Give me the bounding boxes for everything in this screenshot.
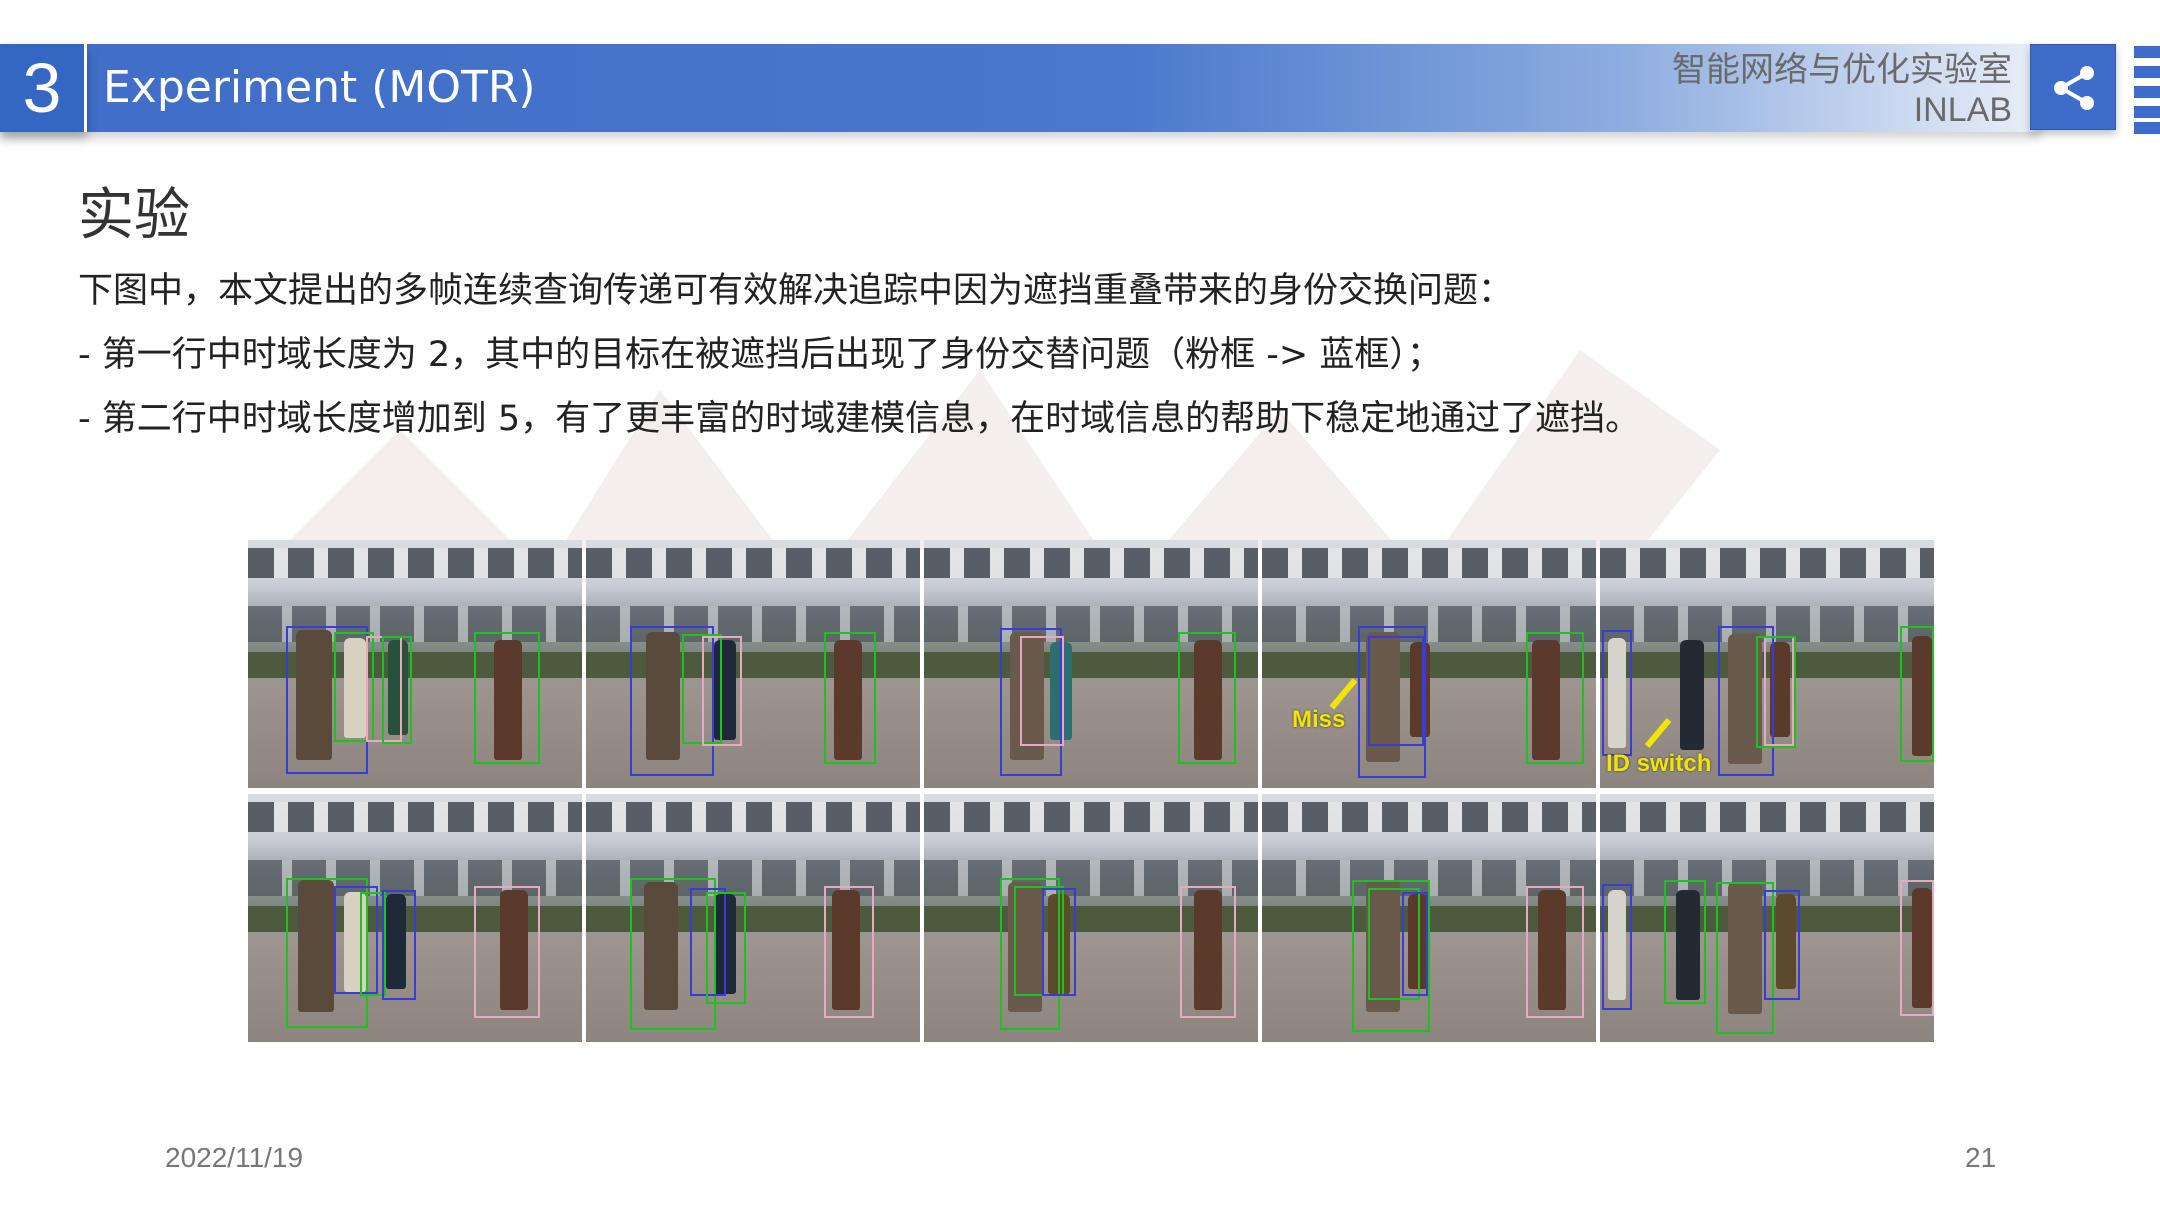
paragraph-intro: 下图中，本文提出的多帧连续查询传递可有效解决追踪中因为遮挡重叠带来的身份交换问题… [78,271,1514,311]
frame-row1-col4: Miss [1262,540,1596,788]
share-button[interactable] [2030,44,2116,130]
paragraph-row1: - 第一行中时域长度为 2，其中的目标在被遮挡后出现了身份交替问题（粉框 -> … [78,335,1442,375]
page-number: 21 [1965,1142,1997,1173]
slide-title: Experiment (MOTR) [103,62,536,113]
frame-row2-col2 [586,794,920,1042]
tracking-figure: Miss ID switch [248,540,1934,1044]
frame-row2-col3 [924,794,1258,1042]
frame-row2-col5 [1600,794,1934,1042]
lab-name-cn: 智能网络与优化实验室 [1672,50,2012,90]
lab-name-en: INLAB [1913,91,2012,129]
frame-row2-col1 [248,794,582,1042]
frame-row1-col3 [924,540,1258,788]
id-switch-label: ID switch [1606,750,1712,777]
frame-row2-col4 [1262,794,1596,1042]
content-heading: 实验 [78,183,190,248]
side-tab [2134,122,2160,134]
frame-row1-col1 [248,540,582,788]
share-icon [2054,66,2094,110]
side-tab [2134,66,2160,78]
paragraph-row2: - 第二行中时域长度增加到 5，有了更丰富的时域建模信息，在时域信息的帮助下稳定… [78,399,1641,439]
lab-name: 智能网络与优化实验室 INLAB [1672,50,2012,130]
frame-row1-col5: ID switch [1600,540,1934,788]
section-number: 3 [0,44,87,132]
miss-label: Miss [1292,706,1346,733]
footer-date: 2022/11/19 [165,1142,304,1173]
frame-row1-col2 [586,540,920,788]
side-tab [2134,106,2160,118]
side-tab [2134,86,2160,98]
side-tab [2134,46,2160,58]
